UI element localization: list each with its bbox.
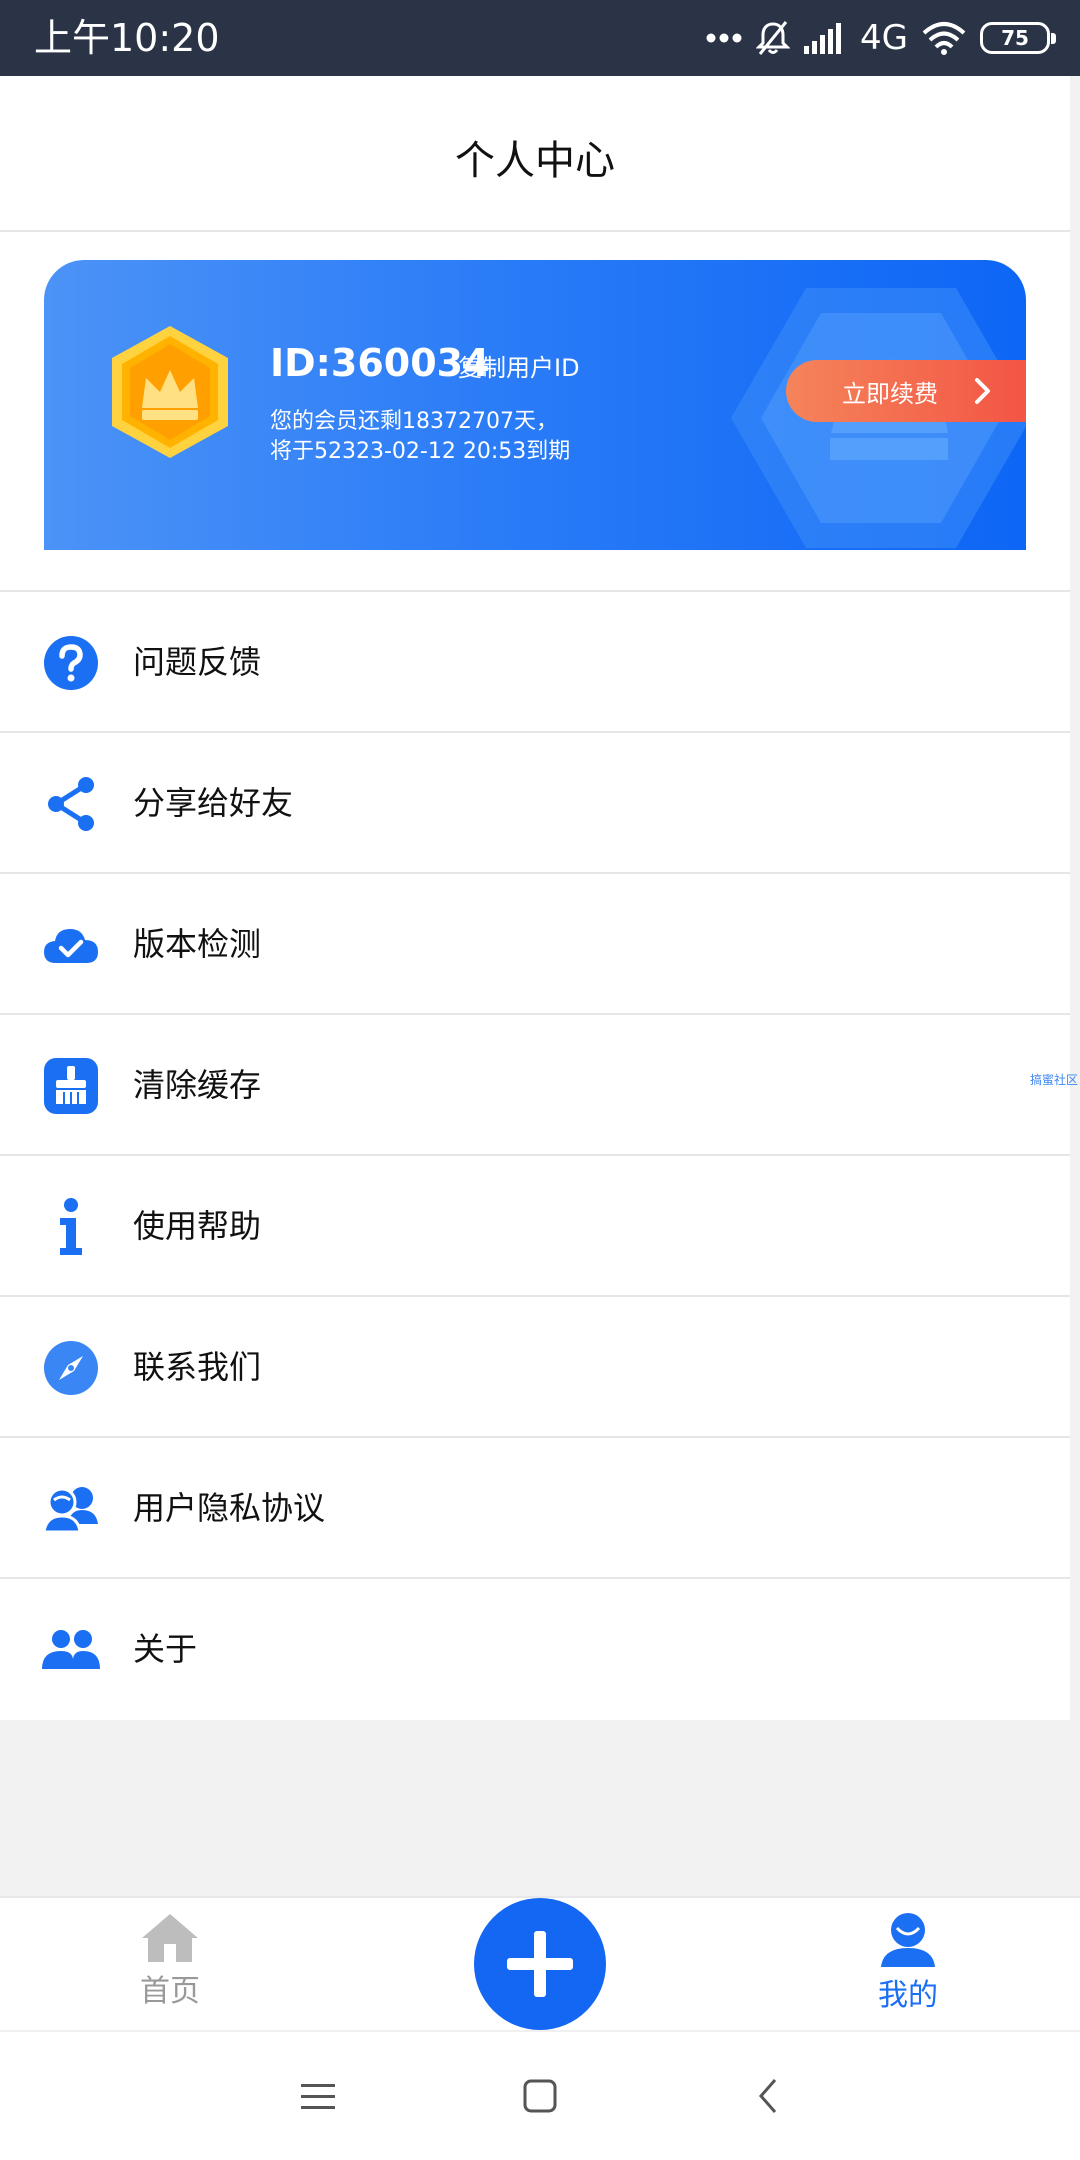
question-icon <box>42 634 100 692</box>
watermark-text: 搞蜜社区 <box>1030 1073 1079 1087</box>
home-nav-button[interactable] <box>520 2076 560 2116</box>
menu-item-label: 联系我们 <box>133 1348 262 1386</box>
menu-item-label: 问题反馈 <box>133 643 262 681</box>
menu-item-help[interactable]: 使用帮助 <box>0 1156 1070 1297</box>
plus-icon <box>507 1931 573 1997</box>
menu-item-version-check[interactable]: 版本检测 <box>0 874 1070 1015</box>
square-icon <box>523 2079 557 2113</box>
more-dots-icon <box>706 33 742 43</box>
info-icon <box>42 1198 100 1256</box>
menu-item-about[interactable]: 关于 <box>0 1579 1070 1720</box>
page-header: 个人中心 <box>0 76 1070 232</box>
menu-item-feedback[interactable]: 问题反馈 <box>0 592 1070 733</box>
network-type: 4G <box>860 18 908 58</box>
status-time: 上午10:20 <box>34 16 220 60</box>
home-icon <box>142 1914 198 1962</box>
menu-item-label: 关于 <box>133 1630 198 1668</box>
membership-remaining: 您的会员还剩18372707天， <box>270 409 558 434</box>
system-nav-bar <box>0 2030 1080 2160</box>
wifi-icon <box>922 22 966 55</box>
tab-home[interactable]: 首页 <box>100 1912 240 2012</box>
menu-item-label: 用户隐私协议 <box>133 1489 326 1527</box>
status-bar: 上午10:20 4G 75 <box>0 0 1080 76</box>
users-chat-icon <box>42 1480 100 1538</box>
group-icon <box>42 1621 100 1679</box>
settings-menu: 问题反馈 分享给好友 版本检测 清除缓存 使用帮助 联系我们 用户隐私协议 关于 <box>0 592 1070 1720</box>
user-avatar-icon <box>881 1913 935 1967</box>
battery-level: 75 <box>1001 26 1029 50</box>
share-icon <box>42 775 100 833</box>
tab-home-label: 首页 <box>140 1974 200 2009</box>
menu-item-contact[interactable]: 联系我们 <box>0 1297 1070 1438</box>
user-id: ID:360034 <box>270 341 490 385</box>
signal-icon <box>804 23 842 54</box>
battery-indicator: 75 <box>980 22 1056 54</box>
member-card-section: ID:360034 复制用户ID 您的会员还剩18372707天， 将于5232… <box>0 232 1070 592</box>
tab-mine-label: 我的 <box>878 1978 938 2013</box>
hamburger-icon <box>301 2084 335 2109</box>
copy-user-id-link[interactable]: 复制用户ID <box>458 353 580 383</box>
menu-item-label: 分享给好友 <box>133 784 294 822</box>
page-title: 个人中心 <box>455 138 615 184</box>
bell-muted-icon <box>756 21 791 55</box>
vip-crown-badge-icon <box>112 326 228 458</box>
menu-item-label: 清除缓存 <box>133 1066 262 1104</box>
member-card: ID:360034 复制用户ID 您的会员还剩18372707天， 将于5232… <box>44 260 1026 550</box>
membership-expiry: 将于52323-02-12 20:53到期 <box>270 439 571 464</box>
back-chevron-icon <box>759 2079 777 2113</box>
menu-nav-button[interactable] <box>298 2076 338 2116</box>
renew-button-label: 立即续费 <box>842 379 938 408</box>
tab-mine[interactable]: 我的 <box>838 1912 978 2016</box>
renew-button[interactable]: 立即续费 <box>786 360 1026 422</box>
menu-item-label: 版本检测 <box>133 925 262 963</box>
menu-item-label: 使用帮助 <box>133 1207 262 1245</box>
chevron-right-icon <box>975 378 990 404</box>
menu-item-clear-cache[interactable]: 清除缓存 <box>0 1015 1070 1156</box>
back-nav-button[interactable] <box>748 2076 788 2116</box>
broom-icon <box>42 1057 100 1115</box>
cloud-check-icon <box>42 916 100 974</box>
compass-icon <box>42 1339 100 1397</box>
add-button[interactable] <box>474 1898 606 2030</box>
menu-item-privacy[interactable]: 用户隐私协议 <box>0 1438 1070 1579</box>
menu-item-share[interactable]: 分享给好友 <box>0 733 1070 874</box>
